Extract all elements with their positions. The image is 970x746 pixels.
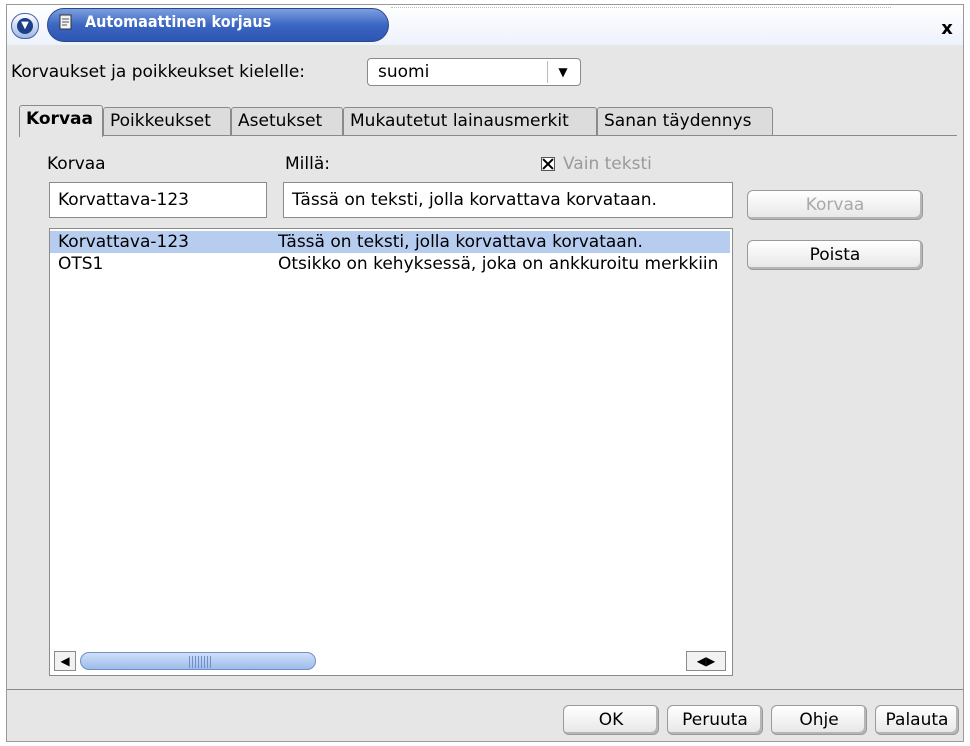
- delete-button[interactable]: Poista: [747, 240, 923, 270]
- title-divider: [391, 7, 891, 8]
- tab-poikkeukset[interactable]: Poikkeukset: [103, 107, 231, 135]
- reset-button[interactable]: Palauta: [875, 705, 959, 735]
- scrollbar-thumb[interactable]: [80, 652, 316, 670]
- tab-sanan-taydennys[interactable]: Sanan täydennys: [597, 107, 773, 135]
- tab-mukautetut-lainausmerkit[interactable]: Mukautetut lainausmerkit: [343, 107, 597, 135]
- window-menu-button[interactable]: ▼: [11, 13, 39, 39]
- bottom-separator: [7, 689, 963, 690]
- language-label: Korvaukset ja poikkeukset kielelle:: [11, 62, 305, 82]
- text-only-label: Vain teksti: [563, 154, 652, 174]
- document-icon: [59, 14, 72, 30]
- cancel-button[interactable]: Peruuta: [667, 705, 763, 735]
- replace-button[interactable]: Korvaa: [747, 190, 923, 220]
- list-item[interactable]: OTS1 Otsikko on kehyksessä, joka on ankk…: [50, 253, 730, 275]
- list-item[interactable]: Korvattava-123 Tässä on teksti, jolla ko…: [50, 231, 730, 253]
- language-label-text: Korvaukset ja poikkeukset kielelle:: [11, 62, 306, 82]
- close-icon[interactable]: x: [937, 19, 957, 39]
- chevron-down-icon: ▼: [17, 18, 33, 34]
- dropdown-arrow-icon: ▼: [547, 61, 578, 83]
- autocorrect-dialog: ▼ Automaattinen korjaus x Korvaukset ja …: [6, 4, 964, 742]
- horizontal-scrollbar[interactable]: ◀ ◀▶: [54, 651, 728, 671]
- text-only-option[interactable]: Vain teksti: [541, 154, 652, 174]
- list-item-replace: Korvattava-123: [58, 232, 189, 252]
- with-label: Millä:: [285, 154, 330, 174]
- replacement-list[interactable]: Korvattava-123 Tässä on teksti, jolla ko…: [49, 228, 733, 676]
- list-item-with: Otsikko on kehyksessä, joka on ankkuroit…: [278, 254, 719, 274]
- language-selected-value: suomi: [378, 62, 430, 82]
- list-item-with: Tässä on teksti, jolla korvattava korvat…: [278, 232, 643, 252]
- scroll-left-icon[interactable]: ◀: [54, 651, 76, 671]
- replace-panel: Korvaa Millä: Vain teksti Korvattava-123…: [19, 135, 957, 683]
- replace-input[interactable]: Korvattava-123: [49, 182, 267, 218]
- window-title: Automaattinen korjaus: [85, 12, 272, 31]
- ok-button[interactable]: OK: [563, 705, 659, 735]
- tab-asetukset[interactable]: Asetukset: [231, 107, 343, 135]
- title-bar: ▼ Automaattinen korjaus x: [7, 5, 963, 45]
- list-item-replace: OTS1: [58, 254, 104, 274]
- scroll-left-right-icon[interactable]: ◀▶: [686, 651, 726, 671]
- replace-label: Korvaa: [47, 154, 106, 174]
- help-button[interactable]: Ohje: [771, 705, 867, 735]
- language-select[interactable]: suomi ▼: [367, 58, 581, 86]
- with-input[interactable]: Tässä on teksti, jolla korvattava korvat…: [283, 182, 733, 218]
- grip-icon: [189, 656, 211, 668]
- text-only-checkbox[interactable]: [541, 157, 555, 171]
- tab-korvaa[interactable]: Korvaa: [19, 105, 103, 137]
